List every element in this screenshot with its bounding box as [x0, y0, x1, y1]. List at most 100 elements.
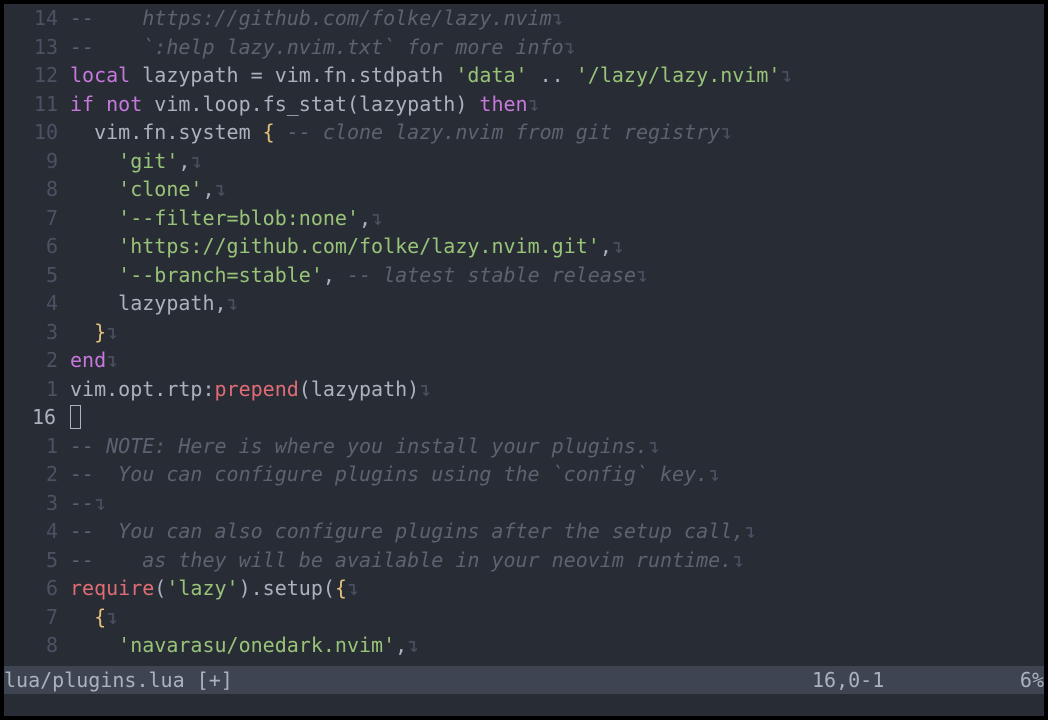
code-line[interactable]: 3 }↴: [4, 318, 1044, 347]
code-token: then: [479, 91, 528, 116]
newline-marker-icon: ↴: [407, 633, 420, 657]
code-token: ,: [359, 205, 372, 230]
newline-marker-icon: ↴: [708, 462, 721, 486]
code-token: 'https://github.com/folke/lazy.nvim.git': [118, 234, 600, 258]
status-cursor-position: 16,0-1: [812, 668, 885, 692]
newline-marker-icon: ↴: [106, 348, 119, 372]
code-token: -- You can also configure plugins after …: [70, 519, 745, 543]
code-line[interactable]: 1 vim.opt.rtp:prepend(lazypath)↴: [4, 375, 1044, 404]
command-line[interactable]: [4, 694, 1044, 716]
code-token: -- latest stable release: [346, 262, 636, 287]
line-number: 16: [32, 405, 57, 429]
code-line[interactable]: 7 '--filter=blob:none',↴: [4, 204, 1044, 233]
newline-marker-icon: ↴: [647, 433, 661, 458]
newline-marker-icon: ↴: [527, 91, 540, 116]
code-token: not: [106, 91, 143, 116]
code-line[interactable]: 9 'git',↴: [4, 147, 1044, 176]
code-token: -- https://github.com/folke/lazy.nvim: [70, 6, 552, 30]
code-line[interactable]: 6 require('lazy').setup({↴: [4, 574, 1044, 603]
code-line[interactable]: 2 end↴: [4, 346, 1044, 375]
line-number: 4: [45, 291, 58, 315]
line-number: 6: [45, 576, 58, 600]
line-number: 4: [45, 519, 58, 543]
line-number: 11: [33, 91, 58, 116]
code-line[interactable]: 8 'navarasu/onedark.nvim',↴: [4, 631, 1044, 660]
code-token: '--filter=blob:none': [118, 205, 359, 230]
code-line[interactable]: 7 {↴: [4, 603, 1044, 632]
newline-marker-icon: ↴: [346, 576, 360, 600]
code-token: {: [262, 120, 275, 144]
line-number: 7: [45, 604, 58, 629]
code-token: ,: [202, 177, 215, 201]
code-line[interactable]: 11 if not vim.loop.fs_stat(lazypath) then…: [4, 90, 1044, 119]
code-line[interactable]: 2 -- You can configure plugins using the …: [4, 460, 1044, 489]
newline-marker-icon: ↴: [780, 63, 793, 87]
code-line[interactable]: 1 -- NOTE: Here is where you install your…: [4, 432, 1044, 461]
code-token: ,: [178, 148, 191, 173]
terminal-window: 14 -- https://github.com/folke/lazy.nvim↴…: [4, 4, 1044, 716]
code-token: lazypath,: [70, 291, 227, 315]
current-line[interactable]: 16: [4, 403, 1044, 432]
line-number: 2: [45, 348, 58, 372]
newline-marker-icon: ↴: [94, 490, 107, 515]
code-token: '--branch=stable': [118, 262, 323, 287]
code-line[interactable]: 5 '--branch=stable', -- latest stable re…: [4, 261, 1044, 290]
code-token: }: [94, 319, 107, 344]
code-line[interactable]: 4 lazypath,↴: [4, 289, 1044, 318]
line-number: 3: [45, 490, 58, 515]
newline-marker-icon: ↴: [106, 319, 119, 344]
code-token: require: [70, 576, 155, 600]
code-line[interactable]: 10 vim.fn.system { -- clone lazy.nvim fr…: [4, 118, 1044, 147]
code-token: (: [154, 576, 167, 600]
code-line[interactable]: 13 -- `:help lazy.nvim.txt` for more info…: [4, 33, 1044, 62]
line-number: 7: [45, 205, 58, 230]
code-token: ,: [395, 633, 408, 657]
newline-marker-icon: ↴: [563, 34, 576, 59]
newline-marker-icon: ↴: [732, 547, 745, 572]
code-line[interactable]: 5 -- as they will be available in your ne…: [4, 546, 1044, 575]
newline-marker-icon: ↴: [226, 291, 239, 315]
code-token: -- as they will be available in your neo…: [70, 547, 733, 572]
code-token: 'clone': [118, 177, 203, 201]
newline-marker-icon: ↴: [214, 177, 227, 201]
code-token: lazypath = vim.fn.stdpath: [130, 63, 456, 87]
code-token: 'git': [118, 148, 179, 173]
line-number: 5: [45, 547, 58, 572]
line-number: 10: [33, 120, 58, 144]
code-token: --: [70, 490, 95, 515]
newline-marker-icon: ↴: [371, 205, 384, 230]
code-line[interactable]: 4 -- You can also configure plugins after…: [4, 517, 1044, 546]
line-number: 5: [45, 262, 58, 287]
line-number: 1: [45, 433, 58, 458]
code-token: prepend: [214, 376, 299, 401]
code-line[interactable]: 3 --↴: [4, 489, 1044, 518]
code-token: {: [334, 576, 347, 600]
line-number: 1: [45, 376, 58, 401]
code-line[interactable]: 8 'clone',↴: [4, 175, 1044, 204]
status-scroll-percent: 6%: [1019, 668, 1044, 692]
text-cursor: [70, 405, 81, 429]
code-line[interactable]: 6 'https://github.com/folke/lazy.nvim.gi…: [4, 232, 1044, 261]
newline-marker-icon: ↴: [190, 148, 203, 173]
code-token: '/lazy/lazy.nvim': [575, 63, 781, 87]
status-file-name: lua/plugins.lua [+]: [4, 668, 233, 692]
line-number: 8: [45, 177, 58, 201]
code-line[interactable]: 12 local lazypath = vim.fn.stdpath 'data'…: [4, 61, 1044, 90]
code-token: ).setup(: [238, 576, 335, 600]
editor-buffer[interactable]: 14 -- https://github.com/folke/lazy.nvim↴…: [4, 4, 1044, 666]
newline-marker-icon: ↴: [744, 519, 757, 543]
newline-marker-icon: ↴: [551, 6, 564, 30]
code-token: end: [70, 348, 107, 372]
code-token: (lazypath): [298, 376, 420, 401]
newline-marker-icon: ↴: [106, 604, 119, 629]
newline-marker-icon: ↴: [611, 234, 624, 258]
newline-marker-icon: ↴: [635, 262, 648, 287]
code-line[interactable]: 14 -- https://github.com/folke/lazy.nvim↴: [4, 4, 1044, 33]
